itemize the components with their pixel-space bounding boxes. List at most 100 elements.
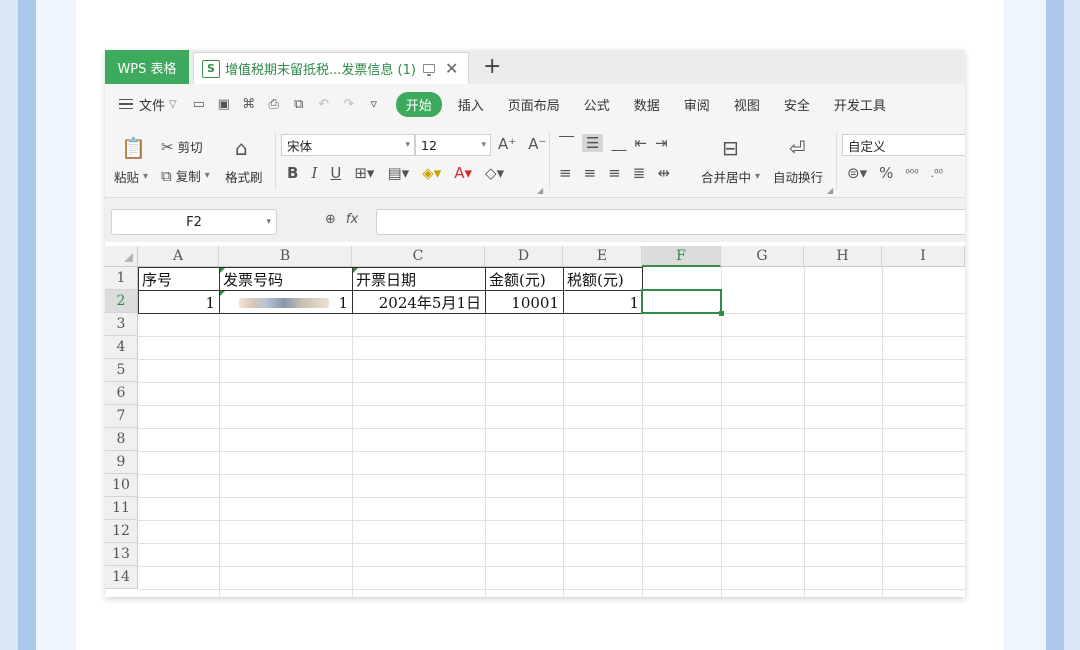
thousands-separator-icon[interactable]: ⁰⁰⁰ (905, 167, 918, 180)
row-header-2[interactable]: 2 (105, 290, 138, 313)
column-header-a[interactable]: A (138, 246, 219, 267)
row-header-3[interactable]: 3 (105, 313, 138, 336)
wrap-text-button[interactable]: 自动换行 (773, 167, 823, 186)
column-header-d[interactable]: D (485, 246, 563, 267)
font-color-icon[interactable]: A▾ (454, 164, 472, 182)
increase-indent-icon[interactable]: ⇥ (655, 134, 668, 152)
cell-e2[interactable]: 1 (563, 291, 643, 314)
cell-style-icon[interactable]: ▤▾ (387, 164, 409, 182)
zoom-search-icon[interactable]: ⊕ (325, 212, 336, 227)
align-top-icon[interactable]: ⎺ (559, 134, 574, 152)
close-tab-icon[interactable]: ✕ (445, 60, 458, 77)
tab-view[interactable]: 视图 (722, 95, 772, 114)
tab-document[interactable]: S 增值税期末留抵税...发票信息 (1) ✕ (193, 52, 469, 84)
font-name-select[interactable]: 宋体 ▾ (281, 134, 415, 156)
selected-cell-f2[interactable] (641, 289, 724, 316)
cell-b1[interactable]: 发票号码 (219, 268, 352, 291)
paste-icon[interactable]: 📋 (121, 136, 146, 160)
save-icon[interactable]: ▣ (216, 97, 232, 112)
number-format-select[interactable]: 自定义 (842, 134, 965, 156)
row-header-12[interactable]: 12 (105, 520, 138, 543)
row-header-14[interactable]: 14 (105, 566, 138, 589)
column-header-g[interactable]: G (721, 246, 804, 267)
file-menu-button[interactable]: 文件 ▽ (119, 95, 177, 114)
open-folder-icon[interactable]: ▭ (191, 97, 207, 112)
bold-icon[interactable]: B (287, 164, 298, 182)
row-header-6[interactable]: 6 (105, 382, 138, 405)
distributed-icon[interactable]: ⇹ (657, 164, 670, 182)
cell-a1[interactable]: 序号 (138, 268, 219, 291)
row-header-10[interactable]: 10 (105, 474, 138, 497)
format-painter-button[interactable]: 格式刷 (225, 167, 263, 186)
increase-decimal-icon[interactable]: .⁰⁰ (931, 167, 943, 180)
monitor-icon[interactable] (422, 64, 435, 76)
merge-center-icon[interactable]: ⊟ (722, 136, 739, 160)
select-all-corner[interactable] (105, 246, 138, 267)
fx-icon[interactable]: fx (346, 212, 358, 227)
cell-b2[interactable]: 1 (219, 291, 352, 314)
column-header-e[interactable]: E (563, 246, 642, 267)
borders-icon[interactable]: ⊞▾ (354, 164, 374, 182)
align-bottom-icon[interactable]: ⎽ (611, 134, 626, 152)
row-header-9[interactable]: 9 (105, 451, 138, 474)
clear-format-icon[interactable]: ◇▾ (485, 164, 504, 182)
tab-formulas[interactable]: 公式 (572, 95, 622, 114)
cell-e1[interactable]: 税额(元) (563, 268, 643, 291)
format-brush-icon[interactable]: ⌘ (241, 97, 257, 112)
row-header-13[interactable]: 13 (105, 543, 138, 566)
column-header-b[interactable]: B (219, 246, 352, 267)
tab-developer[interactable]: 开发工具 (822, 95, 898, 114)
column-header-c[interactable]: C (352, 246, 485, 267)
tab-home[interactable]: 开始 (395, 91, 442, 117)
align-right-icon[interactable]: ≡ (608, 164, 621, 182)
align-center-icon[interactable]: ≡ (584, 164, 597, 182)
print-preview-icon[interactable]: ⧉ (291, 97, 307, 112)
italic-icon[interactable]: I (311, 164, 317, 182)
column-header-h[interactable]: H (804, 246, 882, 267)
cell-d1[interactable]: 金额(元) (485, 268, 563, 291)
format-painter-icon[interactable]: ⌂ (235, 136, 248, 160)
new-tab-button[interactable]: + (483, 54, 501, 79)
customize-dropdown-icon[interactable]: ▿ (366, 97, 382, 112)
tab-data[interactable]: 数据 (622, 95, 672, 114)
row-header-11[interactable]: 11 (105, 497, 138, 520)
column-header-i[interactable]: I (882, 246, 965, 267)
formula-input[interactable] (376, 209, 965, 235)
tab-security[interactable]: 安全 (772, 95, 822, 114)
justify-icon[interactable]: ≣ (633, 164, 646, 182)
tab-insert[interactable]: 插入 (446, 95, 496, 114)
paste-button[interactable]: 粘贴 ▾ (114, 167, 148, 186)
redo-icon[interactable]: ↷ (341, 97, 357, 112)
tab-page-layout[interactable]: 页面布局 (496, 95, 572, 114)
tab-wps-home[interactable]: WPS 表格 (105, 50, 189, 84)
align-left-icon[interactable]: ≡ (559, 164, 572, 182)
undo-icon[interactable]: ↶ (316, 97, 332, 112)
decrease-indent-icon[interactable]: ⇤ (634, 134, 647, 152)
font-size-select[interactable]: 12 ▾ (415, 134, 491, 156)
wrap-text-icon[interactable]: ⏎ (789, 136, 806, 160)
row-header-5[interactable]: 5 (105, 359, 138, 382)
cell-d2[interactable]: 10001 (485, 291, 563, 314)
cell-a2[interactable]: 1 (138, 291, 219, 314)
percent-icon[interactable]: % (879, 164, 893, 182)
row-header-8[interactable]: 8 (105, 428, 138, 451)
font-dialog-launcher-icon[interactable]: ◢ (537, 186, 543, 195)
cut-button[interactable]: ✂ 剪切 (161, 137, 203, 156)
column-header-f[interactable]: F (642, 246, 721, 267)
merge-center-button[interactable]: 合并居中 ▾ (701, 167, 760, 186)
row-header-1[interactable]: 1 (105, 267, 138, 290)
tab-review[interactable]: 审阅 (672, 95, 722, 114)
fill-color-icon[interactable]: ◈▾ (422, 164, 441, 182)
name-box[interactable]: F2 ▾ (111, 209, 277, 235)
underline-icon[interactable]: U (330, 164, 341, 182)
align-middle-icon[interactable]: ☰ (582, 134, 604, 152)
decrease-font-icon[interactable]: A⁻ (528, 135, 546, 153)
alignment-dialog-launcher-icon[interactable]: ◢ (827, 186, 833, 195)
increase-font-icon[interactable]: A⁺ (498, 135, 516, 153)
print-icon[interactable]: ⎙ (266, 97, 282, 112)
row-header-7[interactable]: 7 (105, 405, 138, 428)
currency-icon[interactable]: ⊜▾ (847, 164, 867, 182)
cell-c2[interactable]: 2024年5月1日 (352, 291, 485, 314)
cell-c1[interactable]: 开票日期 (352, 268, 485, 291)
worksheet-grid[interactable]: A B C D E F G H I 1 2 3 4 5 6 7 8 9 10 1… (105, 246, 965, 597)
